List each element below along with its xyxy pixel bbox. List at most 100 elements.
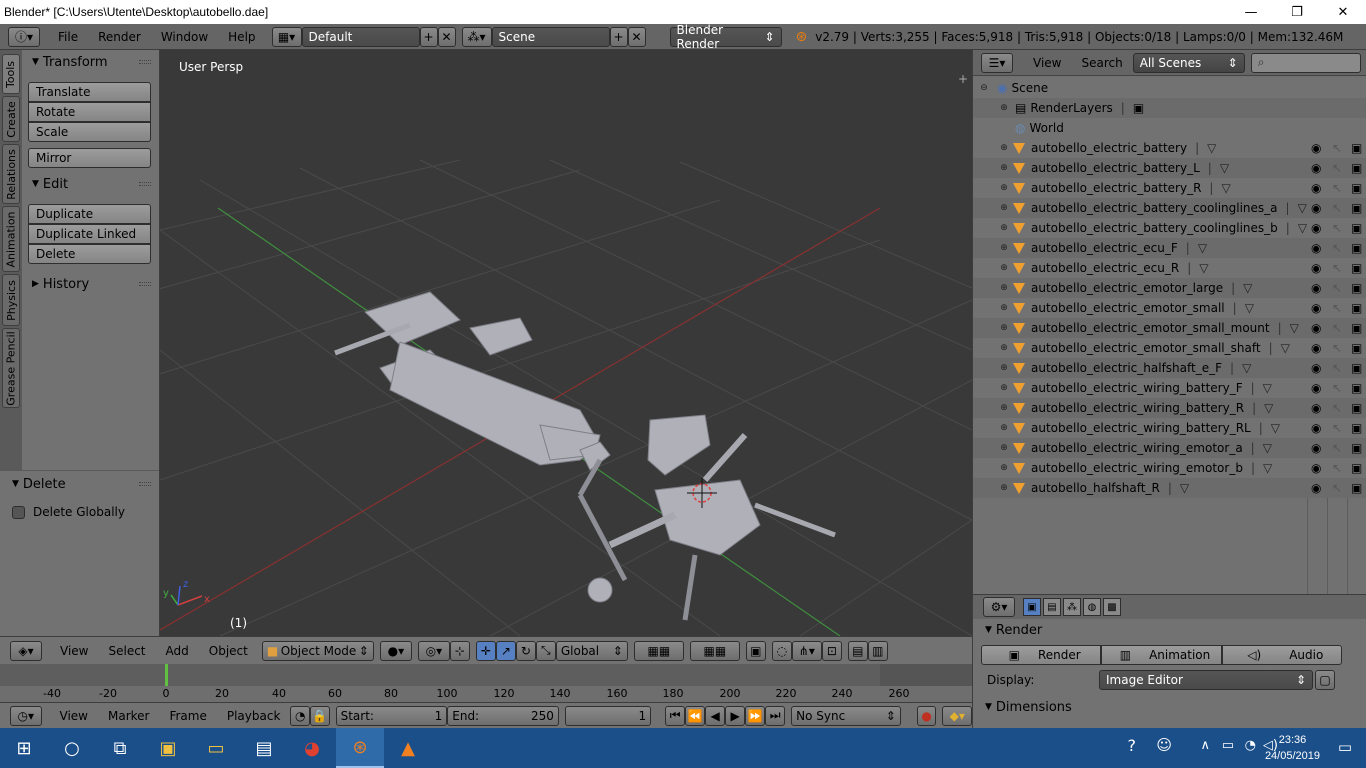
cursor-select-icon[interactable]: ↖ [1332,321,1342,335]
expand-icon[interactable]: ⊕ [999,343,1009,353]
render-restrict-icon[interactable]: ▣ [1351,221,1362,235]
editor-type-cube-icon[interactable]: ◈▾ [10,640,42,661]
eye-icon[interactable]: ◉ [1311,161,1321,175]
pivot-select[interactable]: ◎▾ [417,640,450,661]
render-image-button[interactable]: ▣ Render [981,645,1102,665]
mirror-button[interactable]: Mirror [28,148,151,168]
editor-type-info-icon[interactable]: ⓘ▾ [8,26,40,47]
render-restrict-icon[interactable]: ▣ [1351,361,1362,375]
eye-icon[interactable]: ◉ [1311,221,1321,235]
eye-icon[interactable]: ◉ [1311,301,1321,315]
tab-grease-pencil[interactable]: Grease Pencil [2,328,20,408]
outliner-object-row[interactable]: ⊕ autobello_electric_wiring_emotor_a | ▽ ◉ ↖ ▣ [973,438,1366,458]
minimize-button[interactable]: — [1228,0,1274,24]
layer-lock-icon[interactable]: ▣ [745,640,766,661]
layers-grid-a[interactable]: ▦▦ [633,640,684,661]
chrome-icon[interactable]: ◕ [288,728,336,768]
delete-button[interactable]: Delete [28,244,151,264]
translate-manipulator-icon[interactable]: ✛ [475,640,496,661]
outliner-object-row[interactable]: ⊕ autobello_electric_emotor_small_mount | ▽… [973,318,1366,338]
render-restrict-icon[interactable]: ▣ [1351,301,1362,315]
render-restrict-icon[interactable]: ▣ [1351,481,1362,495]
duplicate-linked-button[interactable]: Duplicate Linked [28,224,151,244]
eye-icon[interactable]: ◉ [1311,401,1321,415]
shading-select[interactable]: ●▾ [379,640,412,661]
outliner-menu-search[interactable]: Search [1071,56,1132,70]
expand-icon[interactable]: ⊕ [999,143,1009,153]
render-camera-icon[interactable]: ▤ [847,640,868,661]
expand-icon[interactable]: ⊕ [999,443,1009,453]
photos-app-icon[interactable]: ▤ [240,728,288,768]
lock-icon[interactable]: 🔒 [310,705,330,726]
eye-icon[interactable]: ◉ [1311,141,1321,155]
preview-range-icon[interactable]: ◔ [290,705,310,726]
outliner-object-row[interactable]: ⊕ autobello_electric_wiring_emotor_b | ▽ ◉ ↖ ▣ [973,458,1366,478]
orientation-select[interactable]: Global ⇕ [555,640,628,661]
outliner-object-row[interactable]: ⊕ autobello_electric_ecu_R | ▽ ◉ ↖ ▣ [973,258,1366,278]
render-restrict-icon[interactable]: ▣ [1351,241,1362,255]
eye-icon[interactable]: ◉ [1311,421,1321,435]
cursor-select-icon[interactable]: ↖ [1332,161,1342,175]
outliner-object-row[interactable]: ⊕ autobello_electric_wiring_battery_R | ▽ ◉ ↖… [973,398,1366,418]
outliner-object-row[interactable]: ⊕ autobello_electric_battery_L | ▽ ◉ ↖ ▣ [973,158,1366,178]
render-panel-header[interactable]: ▼ Render [973,619,1366,641]
play-reverse-icon[interactable]: ◀ [705,705,726,726]
record-icon[interactable]: ● [916,705,937,726]
render-engine-select[interactable]: Blender Render ⇕ [669,23,782,51]
panel-grip-icon[interactable] [139,282,151,286]
renderlayer-context-icon[interactable]: ▤ [1043,598,1061,616]
expand-icon[interactable]: ⊕ [999,363,1009,373]
render-restrict-icon[interactable]: ▣ [1351,281,1362,295]
battery-icon[interactable]: ▭ [1222,738,1234,753]
store-icon[interactable]: ▣ [144,728,192,768]
outliner-object-row[interactable]: ⊕ autobello_electric_emotor_small | ▽ ◉ ↖ ▣ [973,298,1366,318]
expand-icon[interactable]: ⊕ [999,463,1009,473]
tl-menu-marker[interactable]: Marker [98,709,159,723]
eye-icon[interactable]: ◉ [1311,481,1321,495]
timeline[interactable]: -40 -20 0 20 40 60 80 100 120 140 160 18… [0,664,972,702]
menu-render[interactable]: Render [88,30,151,44]
scene-context-icon[interactable]: ⁂ [1063,598,1081,616]
lock-interface-icon[interactable]: ▢ [1315,670,1335,690]
eye-icon[interactable]: ◉ [1311,321,1321,335]
outliner-row-renderlayers[interactable]: ⊕ ▤ RenderLayers | ▣ [973,98,1366,118]
eye-icon[interactable]: ◉ [1311,381,1321,395]
render-restrict-icon[interactable]: ▣ [1351,321,1362,335]
eye-icon[interactable]: ◉ [1311,361,1321,375]
windows-start-icon[interactable]: ⊞ [0,728,48,768]
render-restrict-icon[interactable]: ▣ [1351,341,1362,355]
outliner-filter-select[interactable]: All Scenes ⇕ [1132,52,1245,73]
tab-animation[interactable]: Animation [2,206,20,272]
move-manipulator-icon[interactable]: ↗ [495,640,516,661]
vp-menu-add[interactable]: Add [156,644,199,658]
editor-type-properties-icon[interactable]: ⚙▾ [983,597,1015,617]
cursor-select-icon[interactable]: ↖ [1332,281,1342,295]
tab-tools[interactable]: Tools [2,54,20,94]
remove-scene-button[interactable]: ✕ [627,26,646,47]
cursor-select-icon[interactable]: ↖ [1332,241,1342,255]
eye-icon[interactable]: ◉ [1311,181,1321,195]
clock[interactable]: 23:36 24/05/2019 [1265,732,1320,764]
display-select[interactable]: Image Editor ⇕ [1099,670,1313,690]
dimensions-panel-header[interactable]: ▼ Dimensions [973,696,1366,718]
render-restrict-icon[interactable]: ▣ [1351,141,1362,155]
eye-icon[interactable]: ◉ [1311,201,1321,215]
panel-grip-icon[interactable] [139,182,151,186]
menu-file[interactable]: File [48,30,88,44]
outliner-object-row[interactable]: ⊕ autobello_electric_battery | ▽ ◉ ↖ ▣ [973,138,1366,158]
eye-icon[interactable]: ◉ [1311,281,1321,295]
add-layout-button[interactable]: + [419,26,438,47]
current-frame-field[interactable]: 1 [564,705,652,726]
3d-viewport[interactable]: x y z User Persp (1) + [160,50,972,636]
help-icon[interactable]: ? [1128,736,1137,755]
task-view-icon[interactable]: ⧉ [96,728,144,768]
tray-chevron-icon[interactable]: ∧ [1200,738,1210,753]
editor-type-clock-icon[interactable]: ◷▾ [10,705,42,726]
translate-button[interactable]: Translate [28,82,151,102]
render-context-icon[interactable]: ▣ [1023,598,1041,616]
cursor-select-icon[interactable]: ↖ [1332,261,1342,275]
layers-grid-b[interactable]: ▦▦ [689,640,740,661]
scale-manipulator-icon[interactable]: ⤡ [535,640,556,661]
render-restrict-icon[interactable]: ▣ [1351,381,1362,395]
cursor-select-icon[interactable]: ↖ [1332,181,1342,195]
